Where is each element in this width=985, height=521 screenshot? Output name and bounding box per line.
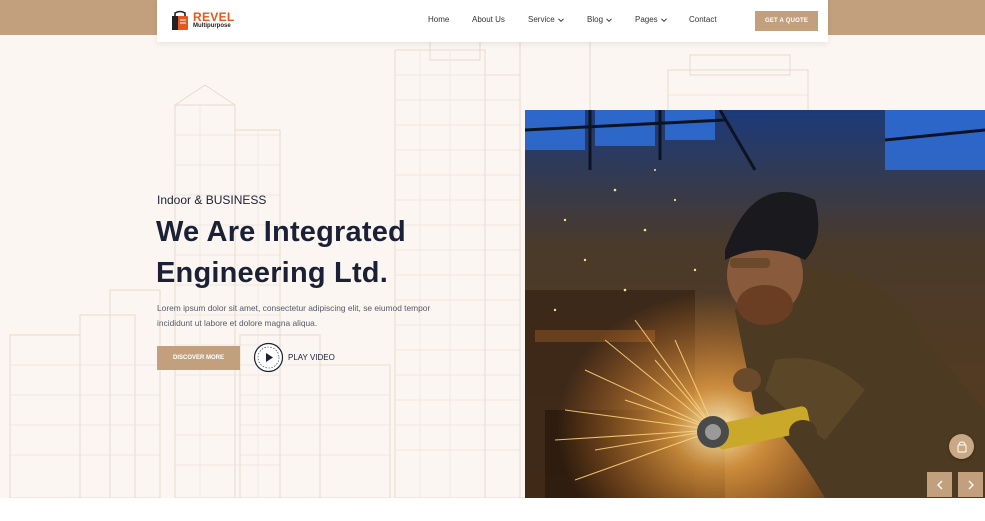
chevron-down-icon — [660, 17, 667, 22]
site-logo[interactable]: REVEL Multipurpose — [169, 9, 239, 33]
logo-name: REVEL — [193, 10, 235, 24]
nav-item-about[interactable]: About Us — [472, 15, 505, 24]
discover-more-button[interactable]: DISCOVER MORE — [157, 346, 240, 370]
play-icon — [253, 342, 284, 373]
page: REVEL Multipurpose Home About Us Service… — [0, 0, 985, 521]
floating-cart-button[interactable] — [949, 434, 974, 459]
nav-item-label: Home — [428, 15, 450, 24]
hero-description: Lorem ipsum dolor sit amet, consectetur … — [157, 303, 431, 328]
nav-item-home[interactable]: Home — [428, 15, 449, 24]
nav-item-blog[interactable]: Blog — [587, 15, 613, 24]
slider-prev-button[interactable] — [927, 472, 952, 497]
nav-item-pages[interactable]: Pages — [635, 15, 668, 24]
hero-headline-line-2: Engineering Ltd. — [156, 257, 388, 289]
nav-item-label: Service — [528, 15, 555, 24]
hero-eyebrow: Indoor & BUSINESS — [157, 193, 267, 207]
cart-icon — [957, 440, 966, 452]
main-navbar: REVEL Multipurpose Home About Us Service… — [157, 0, 828, 42]
get-a-quote-button[interactable]: GET A QUOTE — [755, 11, 818, 31]
nav-item-label: Pages — [635, 15, 658, 24]
chevron-down-icon — [557, 17, 564, 22]
chevron-right-icon — [968, 480, 974, 489]
nav-item-service[interactable]: Service — [528, 15, 565, 24]
play-video-label: PLAY VIDEO — [288, 353, 335, 362]
nav-item-label: About Us — [472, 15, 505, 24]
play-video-button[interactable]: PLAY VIDEO — [253, 342, 335, 373]
logo-tagline: Multipurpose — [193, 23, 231, 29]
nav-item-label: Blog — [587, 15, 604, 24]
bottom-strip — [0, 498, 985, 521]
logo-mark-icon — [172, 10, 188, 30]
chevron-down-icon — [606, 17, 612, 22]
hero-headline-line-1: We Are Integrated — [156, 216, 406, 248]
slider-next-button[interactable] — [958, 472, 983, 497]
nav-item-contact[interactable]: Contact — [689, 15, 717, 24]
chevron-left-icon — [936, 480, 942, 489]
hero-headline: We Are Integrated Engineering Ltd. — [156, 212, 496, 294]
nav-item-label: Contact — [689, 15, 717, 24]
hero-image-welder — [525, 110, 985, 498]
